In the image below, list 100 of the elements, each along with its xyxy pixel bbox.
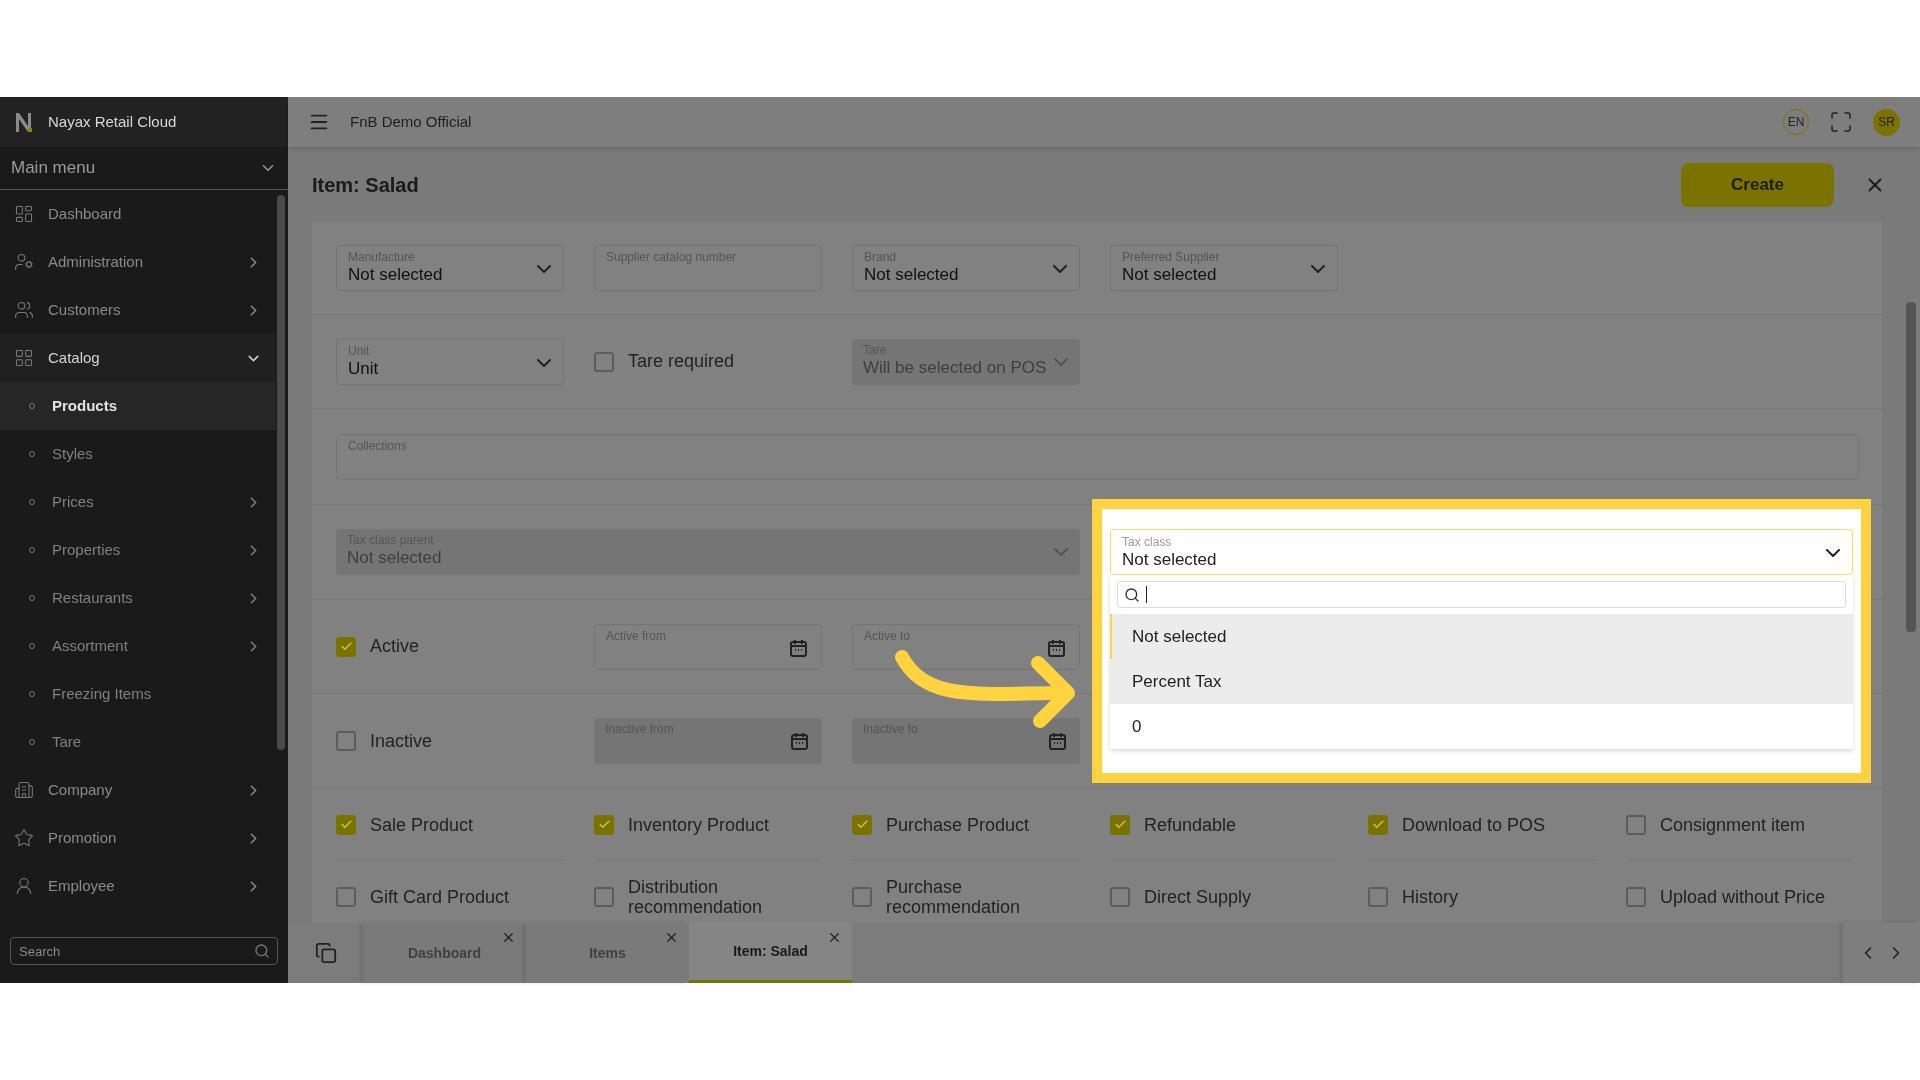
dropdown-option[interactable]: Percent Tax [1110, 659, 1853, 704]
field-value: Not selected [864, 264, 959, 286]
checkbox[interactable] [1110, 887, 1130, 907]
windows-icon[interactable] [314, 942, 337, 964]
chevron-down-icon [1054, 548, 1068, 556]
text-cursor [1146, 586, 1147, 603]
chevron-down-icon [537, 265, 551, 273]
bottom-tab[interactable]: Items [526, 923, 689, 983]
field-value: Not selected [348, 264, 443, 286]
checkbox-label: Consignment item [1660, 814, 1806, 835]
checkbox[interactable] [1626, 814, 1646, 835]
grid-icon [14, 348, 34, 368]
brand-name: Nayax Retail Cloud [48, 111, 177, 132]
checkbox[interactable] [594, 351, 614, 372]
sidebar-subitem[interactable]: Prices [0, 478, 276, 526]
checkbox[interactable] [594, 814, 614, 835]
checkbox-label: Inventory Product [628, 814, 770, 835]
page-title: Item: Salad [312, 172, 420, 198]
users-icon [14, 300, 34, 320]
sidebar-item[interactable]: Administration [0, 238, 276, 286]
user-gear-icon [14, 252, 34, 272]
checkbox[interactable] [1368, 887, 1388, 907]
chevron-down-icon [1311, 265, 1325, 273]
building-icon [14, 780, 34, 800]
calendar-icon [791, 732, 808, 750]
checkbox-label: Refundable [1144, 814, 1237, 835]
search-field[interactable]: Search [10, 937, 278, 965]
checkbox-label: Purchase recommendation [886, 877, 1022, 917]
close-icon[interactable] [501, 930, 516, 945]
checkbox[interactable] [1110, 814, 1130, 835]
check-icon [1113, 818, 1127, 831]
checkbox-label: Direct Supply [1144, 887, 1252, 907]
checkbox[interactable] [336, 731, 356, 751]
create-button[interactable]: Create [1681, 162, 1834, 207]
calendar-icon [1049, 732, 1066, 750]
checkbox-label: Upload without Price [1660, 887, 1826, 907]
checkbox[interactable] [1626, 887, 1646, 907]
scrollbar[interactable] [1906, 302, 1916, 632]
checkbox-label: Sale Product [370, 814, 474, 835]
checkbox[interactable] [594, 887, 614, 907]
checkbox-label: Tare required [628, 350, 735, 373]
field-value: Not selected [1122, 264, 1217, 286]
search-icon [254, 943, 270, 959]
dropdown-option[interactable]: Not selected [1110, 614, 1853, 659]
check-icon [1371, 818, 1385, 831]
star-icon [14, 828, 34, 848]
chevron-down-icon [1826, 549, 1840, 557]
user-avatar[interactable]: SR [1873, 108, 1900, 136]
checkbox-label: Inactive [370, 729, 433, 753]
dropdown-option[interactable]: 0 [1110, 704, 1853, 749]
field-label: Tax class [1122, 535, 1173, 549]
checkbox-label: Active [370, 635, 420, 658]
chevron-down-icon [1054, 357, 1068, 366]
close-icon[interactable] [827, 930, 842, 945]
sidebar-subitem[interactable]: Freezing Items [0, 670, 276, 718]
check-icon [339, 640, 353, 653]
sidebar-item[interactable]: Catalog [0, 334, 276, 382]
sidebar-item[interactable]: Company [0, 766, 276, 814]
checkbox[interactable] [1368, 814, 1388, 835]
checkbox-label: Gift Card Product [370, 887, 510, 907]
checkbox-label: Purchase Product [886, 814, 1030, 835]
field-value: Not selected [347, 547, 442, 569]
sidebar-item[interactable]: Dashboard [0, 190, 276, 238]
chevron-down-icon [537, 358, 551, 367]
logo-icon [14, 111, 34, 133]
sidebar-item[interactable]: Promotion [0, 814, 276, 862]
checkbox[interactable] [852, 814, 872, 835]
sidebar-item[interactable]: Employee [0, 862, 276, 910]
check-icon [597, 818, 611, 831]
close-icon[interactable] [664, 930, 679, 945]
checkbox-label: Download to POS [1402, 814, 1546, 835]
calendar-icon [790, 638, 807, 657]
sidebar-subitem[interactable]: Products [0, 382, 276, 430]
sidebar-subitem[interactable]: Assortment [0, 622, 276, 670]
scrollbar[interactable] [277, 195, 285, 750]
checkbox-label: History [1402, 887, 1458, 907]
sidebar-item[interactable]: Customers [0, 286, 276, 334]
checkbox[interactable] [336, 636, 356, 657]
bottom-tab[interactable]: Dashboard [363, 923, 526, 983]
sidebar-subitem[interactable]: Restaurants [0, 574, 276, 622]
checkbox[interactable] [336, 887, 356, 907]
field-value: Unit [348, 357, 379, 380]
check-icon [855, 818, 869, 831]
bottom-tab[interactable]: Item: Salad [689, 923, 852, 983]
calendar-icon [1048, 638, 1065, 657]
sidebar-subitem[interactable]: Tare [0, 718, 276, 766]
company-name: FnB Demo Official [350, 111, 473, 132]
person-icon [14, 876, 34, 896]
check-icon [339, 818, 353, 831]
sidebar-subitem[interactable]: Properties [0, 526, 276, 574]
chevron-down-icon [1053, 265, 1067, 273]
dashboard-icon [14, 204, 34, 224]
checkbox[interactable] [852, 887, 872, 907]
sidebar-subitem[interactable]: Styles [0, 430, 276, 478]
checkbox-label: Distribution recommendation [628, 877, 764, 917]
fullscreen-icon[interactable] [1829, 110, 1853, 134]
select-field[interactable]: Tax class Not selected [1110, 529, 1853, 575]
field-value: Not selected [1122, 549, 1217, 571]
search-icon [1124, 586, 1140, 603]
checkbox[interactable] [336, 814, 356, 835]
